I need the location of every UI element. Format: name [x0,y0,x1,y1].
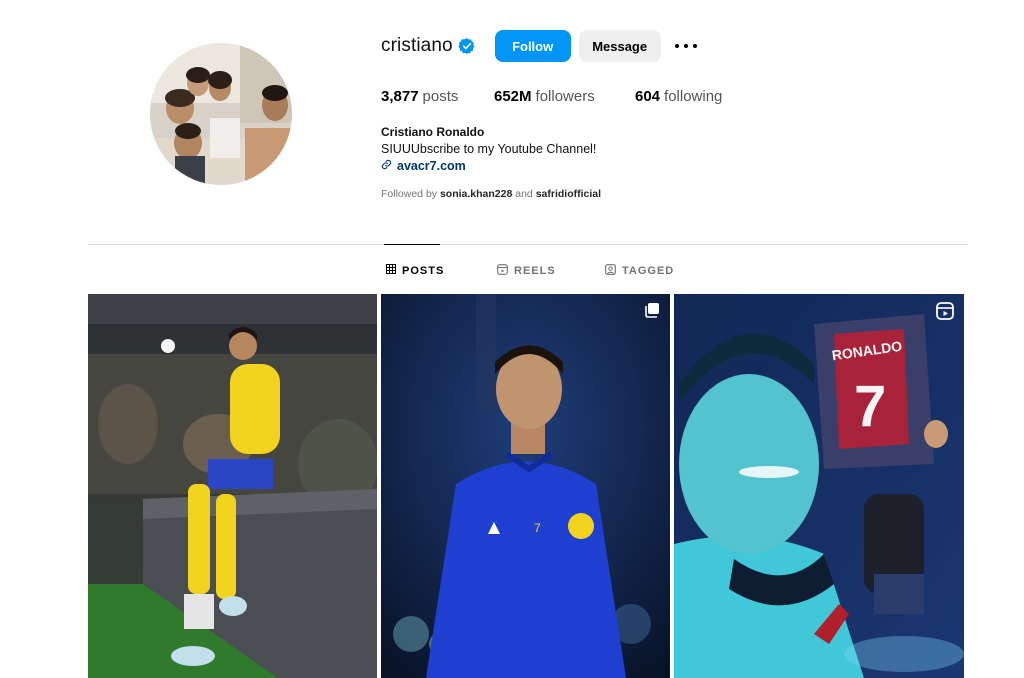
followed-by-prefix: Followed by [381,188,438,200]
post-grid: 7 RONALDO 7 [88,294,964,678]
tab-tagged-label: TAGGED [622,265,675,277]
followed-by-user: safridiofficial [535,188,602,200]
message-button[interactable]: Message [578,30,661,62]
link-icon [381,159,392,173]
section-divider [88,244,968,245]
follow-button[interactable]: Follow [494,30,571,62]
shirt-number: 7 [854,374,886,439]
following-link[interactable]: 604 following [635,88,722,105]
tab-posts-label: POSTS [402,264,445,277]
profile-header: cristiano Follow Message 3,877 posts 652… [381,30,981,200]
tagged-icon [605,264,616,278]
post-image [88,294,377,678]
tab-posts[interactable]: POSTS [386,264,444,277]
followed-by-and: and [515,188,533,200]
followers-count-value: 652M [494,88,532,105]
post-tile[interactable] [88,294,377,678]
post-image: 7 [381,294,670,678]
tab-reels-label: REELS [514,265,556,277]
profile-avatar[interactable] [150,43,292,185]
profile-link-text: avacr7.com [397,159,466,173]
followed-by[interactable]: Followed by sonia.khan228 and safridioff… [381,188,981,200]
reel-icon [936,302,954,320]
post-tile[interactable]: RONALDO 7 [674,294,964,678]
posts-count-label: posts [422,88,459,105]
followers-link[interactable]: 652M followers [494,88,635,105]
profile-bio: SIUUUbscribe to my Youtube Channel! [381,142,597,156]
reels-icon [497,264,508,278]
tab-reels[interactable]: REELS [497,264,556,278]
followers-count-label: followers [535,88,595,105]
post-image: RONALDO 7 [674,294,964,678]
svg-text:7: 7 [534,521,541,535]
profile-full-name: Cristiano Ronaldo [381,125,485,139]
followed-by-user: sonia.khan228 [439,188,513,200]
active-tab-indicator [384,244,440,245]
post-tile[interactable]: 7 [381,294,670,678]
profile-stats: 3,877 posts 652M followers 604 following [381,88,981,105]
profile-link[interactable]: avacr7.com [381,159,981,173]
carousel-icon [644,302,660,318]
following-count-label: following [664,88,723,105]
profile-username[interactable]: cristiano [381,35,453,57]
posts-count-value: 3,877 [381,88,419,105]
tab-tagged[interactable]: TAGGED [605,264,674,278]
profile-tabs: POSTS REELS TAGGED [0,264,1024,278]
posts-count: 3,877 posts [381,88,494,105]
verified-badge-icon [457,37,476,55]
avatar-photo [150,43,292,185]
following-count-value: 604 [635,88,661,105]
grid-icon [386,264,396,277]
more-options-icon[interactable] [674,30,697,62]
